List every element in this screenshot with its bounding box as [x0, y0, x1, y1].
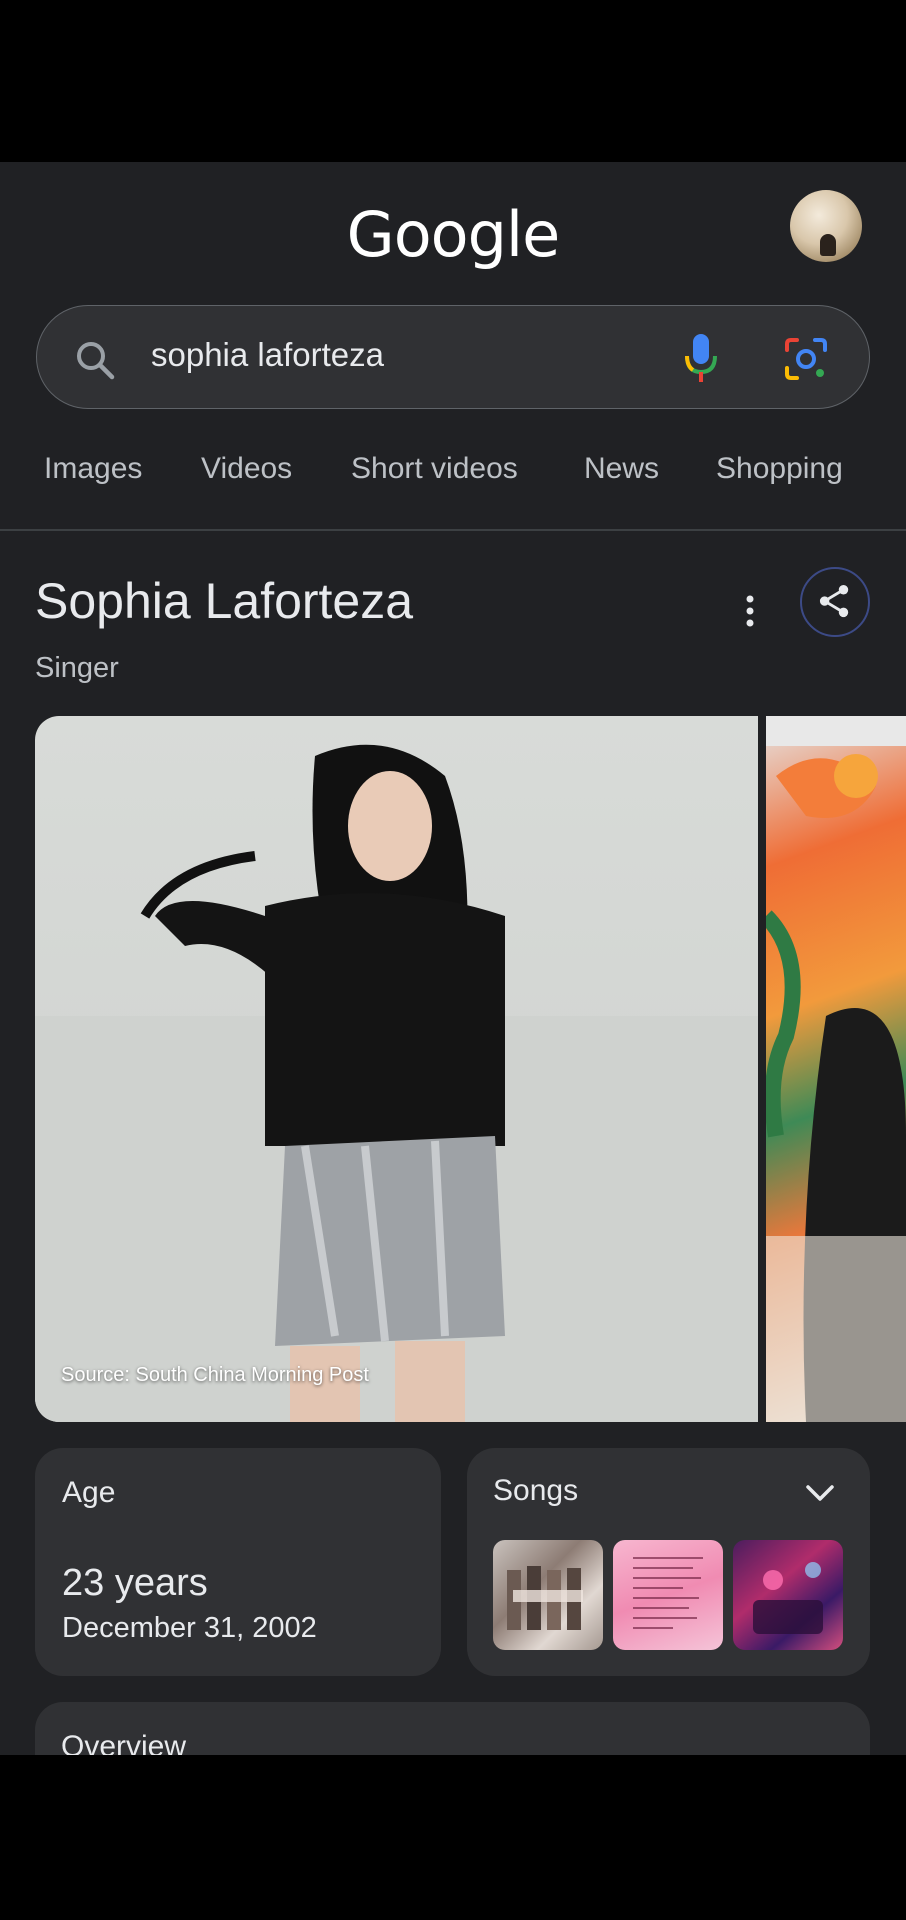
tab-shopping[interactable]: Shopping [716, 452, 843, 486]
more-options-icon[interactable] [735, 586, 765, 636]
songs-card[interactable]: Songs [467, 1448, 870, 1676]
overview-label: Overview [61, 1730, 187, 1755]
entity-title: Sophia Laforteza [35, 573, 414, 629]
song-thumbnail[interactable] [493, 1540, 603, 1650]
profile-avatar-icon[interactable] [790, 190, 862, 262]
age-value: 23 years [62, 1562, 208, 1604]
age-card[interactable]: Age 23 years December 31, 2002 [35, 1448, 441, 1676]
tab-images[interactable]: Images [44, 452, 142, 486]
songs-label: Songs [493, 1474, 579, 1507]
photo-source-caption: Source: South China Morning Post [61, 1364, 369, 1386]
lens-icon[interactable] [783, 336, 829, 382]
tab-short-videos[interactable]: Short videos [351, 452, 518, 486]
song-thumbnail[interactable] [733, 1540, 843, 1650]
entity-secondary-photo[interactable] [766, 716, 906, 1422]
entity-main-photo[interactable]: Source: South China Morning Post [35, 716, 758, 1422]
search-tabs: Images Videos Short videos News Shopping [0, 452, 906, 530]
tab-news[interactable]: News [584, 452, 659, 486]
tabs-divider [0, 529, 906, 531]
entity-subtitle: Singer [35, 652, 119, 684]
search-bar[interactable]: sophia laforteza [36, 305, 870, 409]
search-input[interactable]: sophia laforteza [151, 336, 384, 374]
song-thumbnail[interactable] [613, 1540, 723, 1650]
album-art-2 [633, 1557, 703, 1629]
mic-icon[interactable] [681, 332, 721, 384]
album-art-3 [753, 1562, 823, 1634]
album-art-1 [507, 1566, 583, 1630]
tab-videos[interactable]: Videos [201, 452, 292, 486]
status-bar-area [0, 0, 906, 162]
search-results-screen: Google sophia laforteza Images Videos Sh… [0, 162, 906, 1755]
birth-date: December 31, 2002 [62, 1612, 317, 1644]
person-photo-illustration [35, 744, 758, 1422]
secondary-photo-illustration [766, 716, 906, 1422]
age-label: Age [62, 1476, 116, 1509]
share-icon [819, 585, 849, 618]
overview-card[interactable]: Overview [35, 1702, 870, 1755]
google-logo[interactable]: Google [0, 198, 906, 271]
chevron-down-icon[interactable] [803, 1478, 837, 1508]
share-button[interactable] [800, 567, 870, 637]
search-icon[interactable] [75, 340, 115, 380]
navigation-bar-area [0, 1755, 906, 1920]
